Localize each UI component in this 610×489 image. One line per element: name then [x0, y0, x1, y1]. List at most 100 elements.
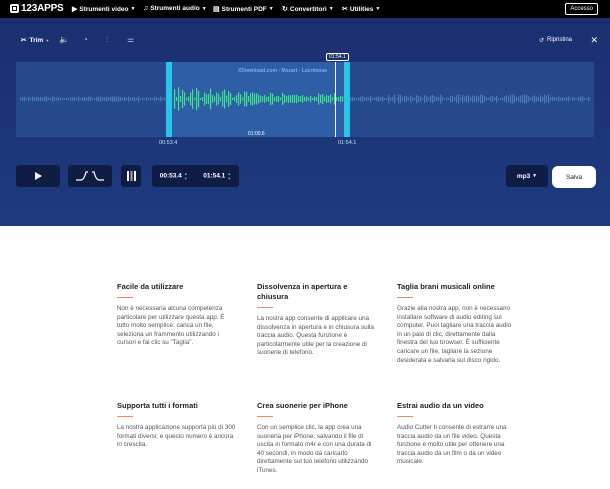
waveform-bar — [62, 97, 64, 101]
feature-online: Taglia brani musicali online Grazie alla… — [397, 282, 517, 365]
nav-pdf-tools[interactable]: ▤ Strumenti PDF ▼ — [213, 5, 274, 14]
waveform-bar — [504, 96, 506, 102]
waveform-bar — [158, 97, 160, 101]
start-time-label: 00:53.4 — [159, 140, 178, 146]
waveform-bar — [40, 96, 42, 102]
nav-video-tools[interactable]: ▶ Strumenti video ▼ — [72, 5, 136, 14]
waveform-bar — [424, 94, 426, 104]
start-time-stepper-icon[interactable]: ▲ ▼ — [184, 171, 188, 181]
waveform-bar — [210, 88, 212, 110]
waveform-bar — [114, 96, 116, 102]
waveform-bar — [144, 98, 146, 100]
watermark-text: XDownload.com - Mozart - Lacrimosa — [238, 68, 327, 74]
waveform-bar — [80, 98, 82, 100]
playback-cursor[interactable] — [335, 62, 336, 137]
waveform-bar — [582, 96, 584, 102]
pitch-icon[interactable]: ⫶ — [106, 35, 108, 45]
waveform-bar — [146, 97, 148, 101]
waveform-bar — [26, 98, 28, 100]
feature-title: Dissolvenza in apertura e chiusura — [257, 282, 348, 301]
waveform-bar — [58, 97, 60, 101]
close-icon[interactable]: ✕ — [590, 35, 598, 46]
waveform-bar — [368, 97, 370, 101]
split-button[interactable] — [121, 165, 141, 187]
play-button[interactable] — [16, 165, 60, 187]
reset-button[interactable]: ↺ Ripristina — [539, 37, 572, 44]
video-icon: ▶ — [72, 6, 78, 13]
waveform-bar — [88, 96, 90, 102]
waveform-bar — [502, 97, 504, 101]
waveform-bar — [190, 92, 192, 106]
waveform-bar — [554, 97, 556, 101]
waveform-bar — [468, 95, 470, 103]
waveform-bar — [364, 97, 366, 101]
waveform-bar — [70, 97, 72, 101]
speed-icon[interactable]: ◔ — [83, 35, 88, 44]
waveform-bar — [46, 96, 48, 102]
end-time-label: 01:54.1 — [338, 140, 357, 146]
waveform-bar — [316, 97, 318, 101]
waveform-bar — [118, 96, 120, 102]
waveform-bar — [68, 98, 70, 100]
waveform-bar — [186, 97, 188, 101]
save-button[interactable]: Salva — [552, 166, 596, 188]
waveform-bar — [462, 95, 464, 103]
waveform-bar — [530, 97, 532, 101]
nav-converters[interactable]: ↻ Convertitori ▼ — [282, 5, 334, 14]
waveform-bar — [284, 94, 286, 104]
waveform-bar — [122, 97, 124, 101]
waveform-bar — [544, 94, 546, 104]
format-select[interactable]: mp3 ▼ — [506, 165, 548, 187]
waveform-bar — [340, 95, 342, 103]
waveform-bar — [338, 96, 340, 102]
waveform-bar — [108, 97, 110, 101]
waveform-bar — [414, 97, 416, 101]
feature-title: Supporta tutti i formati — [117, 401, 198, 410]
waveform-bar — [320, 95, 322, 103]
waveform-bar — [570, 98, 572, 100]
waveform-bar — [298, 96, 300, 102]
waveform-bar — [212, 95, 214, 103]
fade-button[interactable] — [68, 165, 112, 187]
end-time-input[interactable]: 01:54.1 ▲ ▼ — [203, 171, 231, 181]
waveform-bar — [436, 96, 438, 102]
end-time-stepper-icon[interactable]: ▲ ▼ — [227, 171, 231, 181]
waveform-bar — [22, 97, 24, 101]
feature-title: Crea suonerie per iPhone — [257, 401, 348, 410]
equalizer-icon[interactable]: ⚌ — [127, 35, 134, 44]
nav-audio-tools[interactable]: ♫ Strumenti audio ▼ — [143, 5, 207, 12]
waveform-bar — [244, 91, 246, 107]
waveform-bar — [226, 95, 228, 103]
waveform-bar — [318, 93, 320, 105]
chevron-down-icon: ▼ — [130, 6, 136, 12]
waveform-bar — [426, 95, 428, 103]
waveform-bar — [584, 98, 586, 100]
waveform-bar — [248, 96, 250, 102]
waveform-bar — [572, 97, 574, 101]
waveform-bar — [182, 89, 184, 109]
waveform-area[interactable]: 01:54.1 XDownload.com - Mozart - Lacrimo… — [16, 53, 594, 137]
waveform-bar — [528, 96, 530, 102]
waveform-bar — [516, 96, 518, 102]
waveform-bar — [106, 96, 108, 102]
waveform-bar — [100, 96, 102, 102]
site-logo[interactable]: 123APPS — [10, 3, 64, 14]
convert-icon: ↻ — [282, 6, 288, 13]
waveform-bar — [450, 95, 452, 103]
waveform-bar — [280, 97, 282, 101]
waveform-bar — [222, 91, 224, 107]
feature-text: Non è necessaria alcuna competenza parti… — [117, 305, 225, 347]
end-handle[interactable] — [344, 62, 350, 137]
start-handle[interactable] — [166, 62, 172, 137]
waveform-bar — [72, 97, 74, 101]
waveform-bar — [324, 96, 326, 102]
waveform-bar — [56, 97, 58, 101]
waveform-bar — [220, 96, 222, 102]
trim-tool[interactable]: ✂ Trim + — [21, 36, 49, 45]
volume-icon[interactable]: 🔈 — [59, 35, 69, 44]
waveform-bar — [434, 96, 436, 102]
login-button[interactable]: Accesso — [565, 3, 598, 15]
start-time-input[interactable]: 00:53.4 ▲ ▼ — [160, 171, 188, 181]
waveform-bar — [32, 96, 34, 102]
nav-utilities[interactable]: ✂ Utilities ▼ — [342, 5, 380, 14]
